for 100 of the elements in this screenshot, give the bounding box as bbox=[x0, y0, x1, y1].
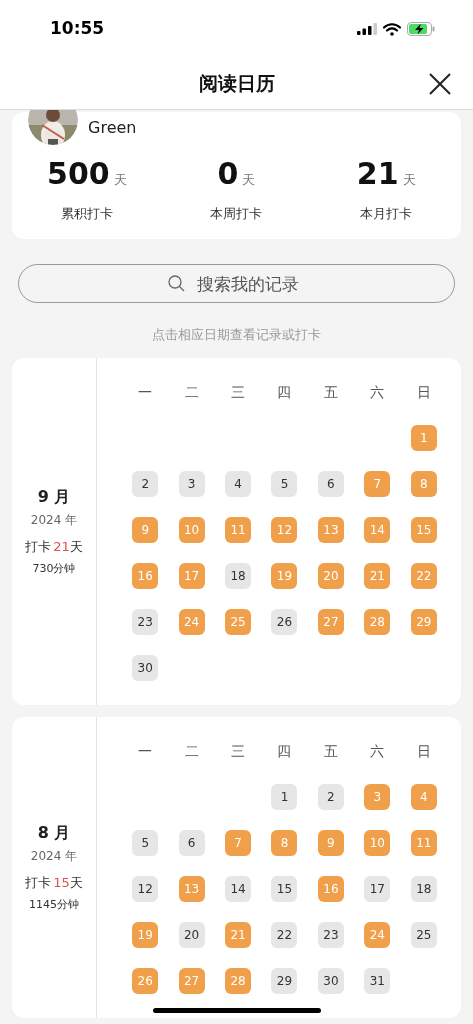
calendar-day[interactable]: 31 bbox=[364, 967, 391, 994]
calendar-day[interactable]: 23 bbox=[317, 921, 344, 948]
calendar-day[interactable]: 10 bbox=[364, 829, 391, 856]
calendar-day[interactable]: 20 bbox=[178, 921, 205, 948]
calendar-day[interactable]: 30 bbox=[317, 967, 344, 994]
calendar-day[interactable]: 29 bbox=[410, 608, 437, 635]
calendar-day[interactable]: 20 bbox=[317, 562, 344, 589]
calendar-day[interactable]: 24 bbox=[364, 921, 391, 948]
calendar-day[interactable]: 11 bbox=[225, 516, 252, 543]
checkin-count: 15 bbox=[53, 875, 70, 890]
stat-label: 本月打卡 bbox=[360, 204, 413, 223]
checkin-unit: 天 bbox=[69, 539, 83, 554]
calendar-day[interactable]: 16 bbox=[317, 875, 344, 902]
calendar-day[interactable]: 1 bbox=[410, 424, 437, 451]
weekday-label: 五 bbox=[322, 741, 339, 761]
weekday-label: 日 bbox=[415, 741, 432, 761]
calendar-day[interactable]: 26 bbox=[132, 967, 159, 994]
calendar-day[interactable]: 11 bbox=[410, 829, 437, 856]
calendar-day[interactable]: 21 bbox=[364, 562, 391, 589]
calendar-day[interactable]: 27 bbox=[178, 967, 205, 994]
calendar-day[interactable]: 6 bbox=[317, 470, 344, 497]
calendar-day[interactable]: 12 bbox=[271, 516, 298, 543]
calendar-day[interactable]: 17 bbox=[178, 562, 205, 589]
weekday-label: 三 bbox=[230, 382, 247, 402]
signal-icon bbox=[357, 23, 377, 35]
status-time: 10:55 bbox=[50, 17, 105, 41]
calendar-day[interactable]: 30 bbox=[132, 654, 159, 681]
calendar-day[interactable]: 14 bbox=[364, 516, 391, 543]
search-field[interactable]: 搜索我的记录 bbox=[18, 264, 455, 303]
calendar-day[interactable]: 3 bbox=[178, 470, 205, 497]
calendar-day[interactable]: 14 bbox=[225, 875, 252, 902]
calendar-day[interactable]: 13 bbox=[317, 516, 344, 543]
calendar-day[interactable]: 28 bbox=[225, 967, 252, 994]
minutes-label: 730分钟 bbox=[32, 560, 76, 577]
calendar-day[interactable]: 4 bbox=[225, 470, 252, 497]
calendar-day[interactable]: 3 bbox=[364, 783, 391, 810]
calendar-day[interactable]: 18 bbox=[225, 562, 252, 589]
month-label: 9 月 bbox=[37, 486, 71, 508]
checkin-unit: 天 bbox=[69, 875, 83, 890]
calendar-day[interactable]: 8 bbox=[410, 470, 437, 497]
weekday-label: 四 bbox=[276, 741, 293, 761]
checkin-label: 打卡 bbox=[25, 875, 52, 890]
calendar-day[interactable]: 19 bbox=[271, 562, 298, 589]
calendar-day[interactable]: 24 bbox=[178, 608, 205, 635]
calendar-day[interactable]: 4 bbox=[410, 783, 437, 810]
stat-value: 0 bbox=[217, 159, 239, 189]
calendar-day[interactable]: 28 bbox=[364, 608, 391, 635]
user-name: Green bbox=[88, 117, 137, 139]
wifi-icon bbox=[383, 22, 401, 36]
stat-value: 21 bbox=[356, 159, 399, 189]
calendar-day[interactable]: 15 bbox=[271, 875, 298, 902]
calendar-day[interactable]: 8 bbox=[271, 829, 298, 856]
calendar-day[interactable]: 6 bbox=[178, 829, 205, 856]
weekday-label: 三 bbox=[230, 741, 247, 761]
calendar-day[interactable]: 7 bbox=[225, 829, 252, 856]
calendar-day[interactable]: 23 bbox=[132, 608, 159, 635]
page-title: 阅读日历 bbox=[198, 71, 275, 97]
close-icon bbox=[429, 73, 451, 95]
stat-label: 本周打卡 bbox=[210, 204, 263, 223]
calendar-day[interactable]: 27 bbox=[317, 608, 344, 635]
weekday-label: 六 bbox=[369, 741, 386, 761]
stat-unit: 天 bbox=[242, 171, 256, 189]
checkin-label: 打卡 bbox=[25, 539, 52, 554]
month-label: 8 月 bbox=[37, 822, 71, 844]
calendar-day[interactable]: 12 bbox=[132, 875, 159, 902]
calendar-day[interactable]: 5 bbox=[132, 829, 159, 856]
stat-unit: 天 bbox=[113, 171, 127, 189]
calendar-day[interactable]: 26 bbox=[271, 608, 298, 635]
calendar-day[interactable]: 5 bbox=[271, 470, 298, 497]
calendar-day[interactable]: 10 bbox=[178, 516, 205, 543]
calendar-day[interactable]: 19 bbox=[132, 921, 159, 948]
year-label: 2024 年 bbox=[30, 512, 78, 529]
close-button[interactable] bbox=[427, 71, 453, 97]
calendar-day[interactable]: 17 bbox=[364, 875, 391, 902]
calendar-day[interactable]: 18 bbox=[410, 875, 437, 902]
calendar-day[interactable]: 15 bbox=[410, 516, 437, 543]
year-label: 2024 年 bbox=[30, 848, 78, 865]
weekday-label: 日 bbox=[415, 382, 432, 402]
calendar-day[interactable]: 25 bbox=[410, 921, 437, 948]
calendar-day[interactable]: 13 bbox=[178, 875, 205, 902]
stat-label: 累积打卡 bbox=[60, 204, 113, 223]
battery-charging-icon bbox=[407, 22, 435, 36]
calendar-day[interactable]: 25 bbox=[225, 608, 252, 635]
calendar-day[interactable]: 9 bbox=[132, 516, 159, 543]
weekday-label: 二 bbox=[183, 741, 200, 761]
weekday-label: 四 bbox=[276, 382, 293, 402]
calendar-day[interactable]: 9 bbox=[317, 829, 344, 856]
calendar-day[interactable]: 22 bbox=[271, 921, 298, 948]
calendar-day[interactable]: 29 bbox=[271, 967, 298, 994]
calendar-day[interactable]: 21 bbox=[225, 921, 252, 948]
stat-value: 500 bbox=[47, 159, 110, 189]
calendar-day[interactable]: 2 bbox=[317, 783, 344, 810]
calendar-day[interactable]: 1 bbox=[271, 783, 298, 810]
calendar-day[interactable]: 7 bbox=[364, 470, 391, 497]
weekday-label: 一 bbox=[137, 741, 154, 761]
calendar-day[interactable]: 16 bbox=[132, 562, 159, 589]
calendar-day[interactable]: 2 bbox=[132, 470, 159, 497]
stat-unit: 天 bbox=[402, 171, 416, 189]
search-icon bbox=[168, 275, 185, 292]
calendar-day[interactable]: 22 bbox=[410, 562, 437, 589]
